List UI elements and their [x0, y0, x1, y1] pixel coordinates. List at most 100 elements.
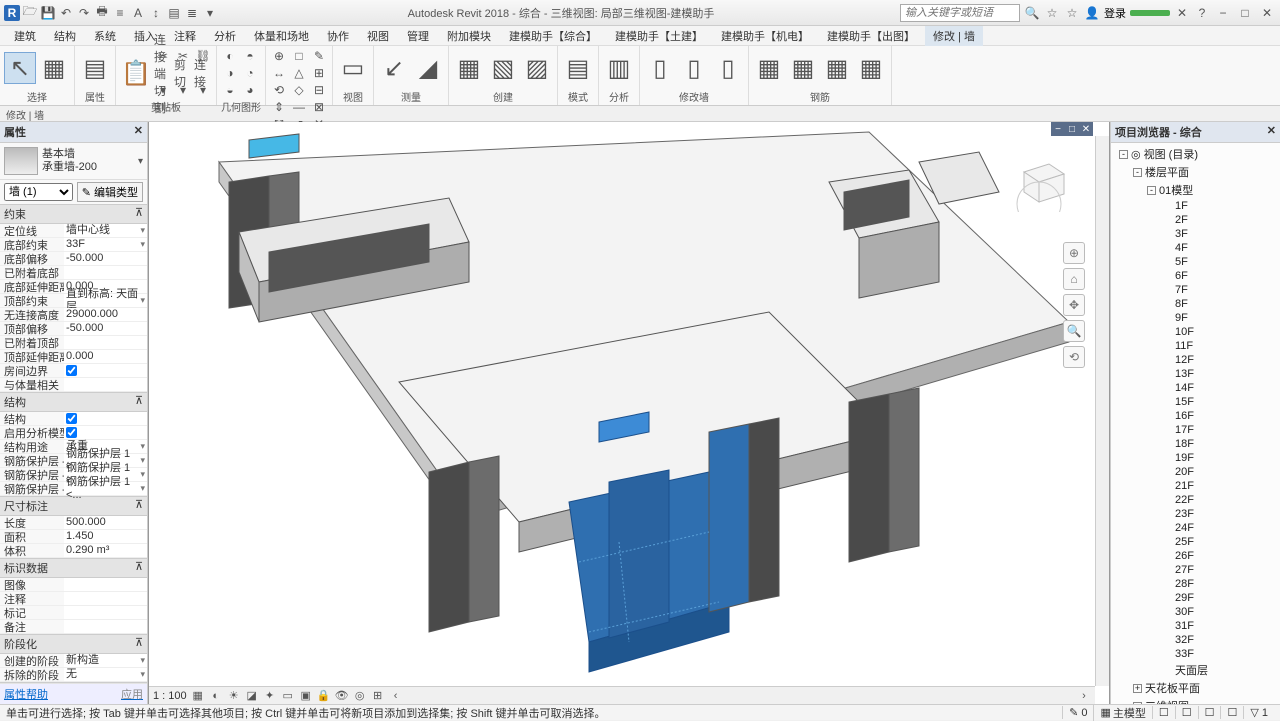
prop-value[interactable]: 1.450 — [64, 530, 147, 543]
tree-item[interactable]: 14F — [1111, 381, 1280, 395]
tree-item[interactable]: 11F — [1111, 339, 1280, 353]
tree-item[interactable]: 28F — [1111, 577, 1280, 591]
3d-model-view[interactable] — [149, 122, 1089, 692]
ribbon-big-11-2[interactable]: ▦ — [821, 52, 853, 84]
status-select-underlay[interactable]: ☐ — [1175, 706, 1198, 719]
prop-value[interactable]: 33F▾ — [64, 238, 147, 251]
visual-style-icon[interactable]: ◐ — [209, 689, 223, 703]
sun-path-icon[interactable]: ☀ — [227, 689, 241, 703]
ribbon-big-7-2[interactable]: ▨ — [521, 52, 553, 84]
crop-view-icon[interactable]: ▭ — [281, 689, 295, 703]
tab-10[interactable]: 附加模块 — [439, 26, 499, 46]
edit-type-button[interactable]: ✎ 编辑类型 — [77, 182, 143, 202]
prop-section-结构[interactable]: 结构⊼ — [0, 392, 147, 412]
ribbon-sm-3-0-2[interactable]: ◒ — [221, 82, 239, 98]
ribbon-sm-2-1-2[interactable]: ▾ — [174, 82, 192, 98]
ribbon-big-11-0[interactable]: ▦ — [753, 52, 785, 84]
tree-item[interactable]: +天花板平面 — [1111, 679, 1280, 697]
ribbon-sm-4-1-0[interactable]: □ — [290, 48, 308, 64]
status-select-pinned[interactable]: ☐ — [1198, 706, 1221, 719]
ribbon-big-10-0[interactable]: ▯ — [644, 52, 676, 84]
search-icon[interactable]: 🔍 — [1024, 5, 1040, 21]
ribbon-big-6-1[interactable]: ◢ — [412, 52, 444, 84]
tree-item[interactable]: 10F — [1111, 325, 1280, 339]
prop-value[interactable] — [64, 606, 147, 619]
tree-item[interactable]: 29F — [1111, 591, 1280, 605]
tree-item[interactable]: 31F — [1111, 619, 1280, 633]
open-icon[interactable]: 🗁 — [22, 5, 38, 21]
tab-6[interactable]: 体量和场地 — [246, 26, 317, 46]
type-dropdown-icon[interactable]: ▾ — [138, 156, 143, 167]
ribbon-sm-3-1-0[interactable]: ◓ — [241, 48, 259, 64]
ribbon-sm-4-2-3[interactable]: ⊠ — [310, 99, 328, 115]
tree-item[interactable]: -◎视图 (目录) — [1111, 145, 1280, 163]
prop-value[interactable]: 直到标高: 天面层▾ — [64, 294, 147, 307]
prop-value[interactable] — [64, 336, 147, 349]
tab-0[interactable]: 建筑 — [6, 26, 44, 46]
tree-item[interactable]: 6F — [1111, 269, 1280, 283]
ribbon-sm-4-0-2[interactable]: ⟲ — [270, 82, 288, 98]
tree-item[interactable]: 8F — [1111, 297, 1280, 311]
tree-item[interactable]: 25F — [1111, 535, 1280, 549]
prop-section-约束[interactable]: 约束⊼ — [0, 204, 147, 224]
prop-value[interactable] — [64, 578, 147, 591]
tree-item[interactable]: 4F — [1111, 241, 1280, 255]
prop-value[interactable] — [64, 412, 147, 425]
ribbon-big-1-0[interactable]: ▤ — [79, 52, 111, 84]
tab-8[interactable]: 视图 — [359, 26, 397, 46]
tab-15[interactable]: 修改 | 墙 — [925, 26, 983, 46]
temp-hide-icon[interactable]: 👁 — [335, 689, 349, 703]
ribbon-sm-4-2-0[interactable]: ✎ — [310, 48, 328, 64]
ribbon-sm-2-1-1[interactable]: 剪切 — [174, 65, 192, 81]
tab-2[interactable]: 系统 — [86, 26, 124, 46]
lock-3d-icon[interactable]: 🔒 — [317, 689, 331, 703]
prop-value[interactable]: 钢筋保护层 1 <...▾ — [64, 482, 147, 495]
filter-select[interactable]: 墙 (1) — [4, 183, 73, 201]
nav-full-icon[interactable]: ⊕ — [1063, 242, 1085, 264]
tab-5[interactable]: 分析 — [206, 26, 244, 46]
nav-zoom-icon[interactable]: 🔍 — [1063, 320, 1085, 342]
prop-value[interactable]: 0.290 m³ — [64, 544, 147, 557]
prop-value[interactable]: 墙中心线▾ — [64, 224, 147, 237]
ribbon-big-11-3[interactable]: ▦ — [855, 52, 887, 84]
help-search-input[interactable] — [900, 4, 1020, 22]
ribbon-big-8-0[interactable]: ▤ — [562, 52, 594, 84]
prop-value[interactable] — [64, 266, 147, 279]
viewport-vscroll[interactable] — [1095, 136, 1109, 686]
view-cube[interactable] — [1009, 152, 1069, 212]
thin-lines-icon[interactable]: ≣ — [184, 5, 200, 21]
exchange-icon[interactable]: ✕ — [1174, 5, 1190, 21]
prop-value[interactable]: 无▾ — [64, 668, 147, 681]
section-icon[interactable]: ▤ — [166, 5, 182, 21]
properties-help-link[interactable]: 属性帮助 — [4, 686, 48, 702]
tree-expand-icon[interactable]: - — [1133, 168, 1142, 177]
tree-item[interactable]: 17F — [1111, 423, 1280, 437]
close-hidden-icon[interactable]: ▾ — [202, 5, 218, 21]
reveal-icon[interactable]: ◎ — [353, 689, 367, 703]
text-icon[interactable]: A — [130, 5, 146, 21]
tree-item[interactable]: -三维视图 — [1111, 697, 1280, 704]
close-button[interactable]: ✕ — [1258, 4, 1276, 22]
maximize-button[interactable]: □ — [1236, 4, 1254, 22]
ribbon-sm-4-2-1[interactable]: ⊞ — [310, 65, 328, 81]
ribbon-big-2-0[interactable]: 📋 — [120, 57, 152, 89]
ribbon-big-0-1[interactable]: ▦ — [38, 52, 70, 84]
ribbon-big-10-2[interactable]: ▯ — [712, 52, 744, 84]
tab-13[interactable]: 建模助手【机电】 — [713, 26, 817, 46]
browser-close-icon[interactable]: ✕ — [1267, 124, 1276, 140]
ribbon-sm-4-1-3[interactable]: — — [290, 99, 308, 115]
view-scale[interactable]: 1 : 100 — [153, 690, 187, 702]
tree-item[interactable]: 3F — [1111, 227, 1280, 241]
tree-item[interactable]: 30F — [1111, 605, 1280, 619]
ribbon-big-7-0[interactable]: ▦ — [453, 52, 485, 84]
ribbon-sm-4-0-0[interactable]: ⊕ — [270, 48, 288, 64]
ribbon-sm-3-0-0[interactable]: ◐ — [221, 48, 239, 64]
ribbon-big-6-0[interactable]: ↙ — [378, 52, 410, 84]
tree-item[interactable]: 33F — [1111, 647, 1280, 661]
ribbon-sm-3-1-1[interactable]: ◔ — [241, 65, 259, 81]
tab-11[interactable]: 建模助手【综合】 — [501, 26, 605, 46]
ribbon-sm-2-2-2[interactable]: ▾ — [194, 82, 212, 98]
measure-icon[interactable]: ≡ — [112, 5, 128, 21]
type-selector[interactable]: 基本墙 承重墙-200 ▾ — [0, 143, 147, 180]
tree-item[interactable]: 12F — [1111, 353, 1280, 367]
